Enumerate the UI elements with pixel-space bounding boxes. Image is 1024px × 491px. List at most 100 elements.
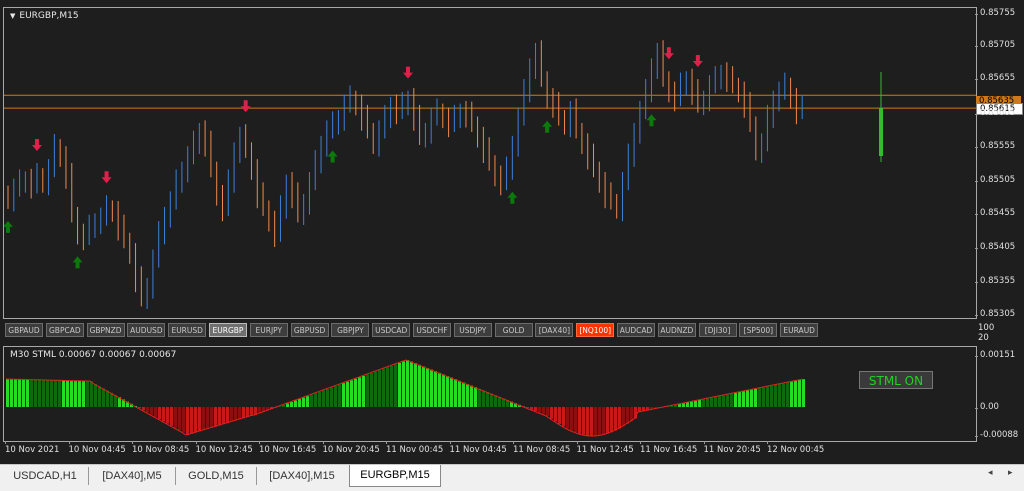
symbol-button-usdcad[interactable]: USDCAD	[372, 323, 410, 337]
collapse-triangle-icon[interactable]: ▼	[10, 12, 15, 20]
symbol-button-gbpjpy[interactable]: GBPJPY	[331, 323, 369, 337]
histogram-bar	[378, 370, 381, 407]
tab-dax40-m5[interactable]: [DAX40],M5	[89, 467, 176, 485]
tab-dax40-m15[interactable]: [DAX40],M15	[257, 467, 347, 485]
scroll-left-icon[interactable]: ◂	[988, 468, 993, 478]
price-chart[interactable]: ▼EURGBP,M15	[3, 7, 977, 319]
sell-signal-arrow-icon	[693, 55, 703, 67]
symbol-button-usdjpy[interactable]: USDJPY	[454, 323, 492, 337]
histogram-bar	[186, 407, 189, 435]
symbol-button-gbpaud[interactable]: GBPAUD	[5, 323, 43, 337]
histogram-bar	[598, 407, 601, 436]
histogram-bar	[766, 386, 769, 407]
histogram-bar	[58, 380, 61, 407]
symbol-button-dax40[interactable]: [DAX40]	[535, 323, 573, 337]
symbol-button-nq100[interactable]: [NQ100]	[576, 323, 614, 337]
time-tick: 11 Nov 08:45	[513, 445, 570, 455]
histogram-bar	[542, 407, 545, 414]
histogram-bar	[358, 377, 361, 407]
histogram-bar	[410, 362, 413, 407]
time-axis[interactable]: 10 Nov 202110 Nov 04:4510 Nov 08:4510 No…	[0, 441, 976, 461]
histogram-bar	[582, 407, 585, 435]
symbol-button-eurjpy[interactable]: EURJPY	[250, 323, 288, 337]
tab-gold-m15[interactable]: GOLD,M15	[176, 467, 257, 485]
symbol-button-audnzd[interactable]: AUDNZD	[658, 323, 696, 337]
indicator-scale[interactable]: 0.00151 0.00 -0.00088	[976, 346, 1024, 440]
price-tick: 0.85555	[980, 141, 1015, 151]
time-tick: 11 Nov 04:45	[450, 445, 507, 455]
histogram-bar	[538, 407, 541, 413]
histogram-bar	[318, 392, 321, 407]
histogram-bar	[714, 397, 717, 407]
histogram-bar	[770, 386, 773, 407]
histogram-bar	[74, 381, 77, 407]
buy-signal-arrow-icon	[328, 150, 338, 162]
histogram-bar	[310, 395, 313, 407]
stml-toggle-button[interactable]: STML ON	[859, 371, 933, 389]
symbol-button-dji30[interactable]: [DJI30]	[699, 323, 737, 337]
sell-signal-arrow-icon	[403, 67, 413, 79]
histogram-bar	[678, 404, 681, 407]
histogram-bar	[490, 394, 493, 407]
tab-eurgbp-m15[interactable]: EURGBP,M15	[349, 465, 441, 487]
histogram-bar	[94, 384, 97, 407]
histogram-bar	[346, 382, 349, 407]
histogram-bar	[550, 407, 553, 419]
price-tick: 0.85505	[980, 175, 1015, 185]
histogram-bar	[190, 407, 193, 434]
histogram-bar	[802, 379, 805, 407]
histogram-bar	[730, 394, 733, 407]
time-tick: 11 Nov 20:45	[704, 445, 761, 455]
histogram-bar	[374, 372, 377, 408]
histogram-bar	[242, 407, 245, 418]
symbol-button-eurusd[interactable]: EURUSD	[168, 323, 206, 337]
histogram-bar	[682, 403, 685, 407]
histogram-bar	[330, 387, 333, 407]
histogram-bar	[302, 398, 305, 407]
symbol-button-eurgbp[interactable]: EURGBP	[209, 323, 247, 337]
symbol-button-usdchf[interactable]: USDCHF	[413, 323, 451, 337]
histogram-bar	[422, 366, 425, 407]
time-tick: 10 Nov 08:45	[132, 445, 189, 455]
histogram-bar	[426, 368, 429, 407]
histogram-bar	[46, 380, 49, 407]
histogram-canvas	[4, 347, 976, 441]
symbol-button-audcad[interactable]: AUDCAD	[617, 323, 655, 337]
histogram-bar	[246, 407, 249, 417]
histogram-bar	[290, 402, 293, 407]
sell-signal-arrow-icon	[664, 47, 674, 59]
tab-usdcad-h1[interactable]: USDCAD,H1	[2, 467, 89, 485]
histogram-bar	[482, 390, 485, 407]
chart-window[interactable]: ▼EURGBP,M15 0.85755 0.85705 0.85655 0.85…	[0, 0, 1024, 464]
symbol-button-sp500[interactable]: [SP500]	[739, 323, 777, 337]
scroll-right-icon[interactable]: ▸	[1008, 468, 1013, 478]
indicator-tick: 0.00	[980, 402, 999, 412]
histogram-bar	[574, 407, 577, 432]
histogram-bar	[446, 376, 449, 407]
histogram-bar	[166, 407, 169, 424]
stml-indicator-panel[interactable]: M30 STML 0.00067 0.00067 0.00067 STML ON	[3, 346, 977, 442]
symbol-button-gold[interactable]: GOLD	[495, 323, 533, 337]
histogram-bar	[382, 369, 385, 407]
symbol-button-gbpcad[interactable]: GBPCAD	[46, 323, 84, 337]
histogram-bar	[394, 364, 397, 407]
symbol-button-gbpnzd[interactable]: GBPNZD	[87, 323, 125, 337]
histogram-bar	[50, 380, 53, 407]
price-scale[interactable]: 0.85755 0.85705 0.85655 0.85555 0.85505 …	[976, 7, 1024, 317]
histogram-bar	[42, 380, 45, 407]
histogram-bar	[350, 380, 353, 407]
histogram-bar	[234, 407, 237, 421]
histogram-bar	[686, 402, 689, 407]
histogram-bar	[18, 379, 21, 407]
histogram-bar	[158, 407, 161, 419]
symbol-button-audusd[interactable]: AUDUSD	[127, 323, 165, 337]
chart-tab-bar: USDCAD,H1 [DAX40],M5 GOLD,M15 [DAX40],M1…	[0, 464, 1024, 491]
histogram-bar	[30, 380, 33, 407]
symbol-button-euraud[interactable]: EURAUD	[780, 323, 818, 337]
histogram-bar	[142, 407, 145, 410]
buy-signal-arrow-icon	[646, 114, 656, 126]
symbol-button-gbpusd[interactable]: GBPUSD	[291, 323, 329, 337]
histogram-bar	[238, 407, 241, 419]
histogram-bar	[210, 407, 213, 428]
histogram-bar	[466, 384, 469, 407]
